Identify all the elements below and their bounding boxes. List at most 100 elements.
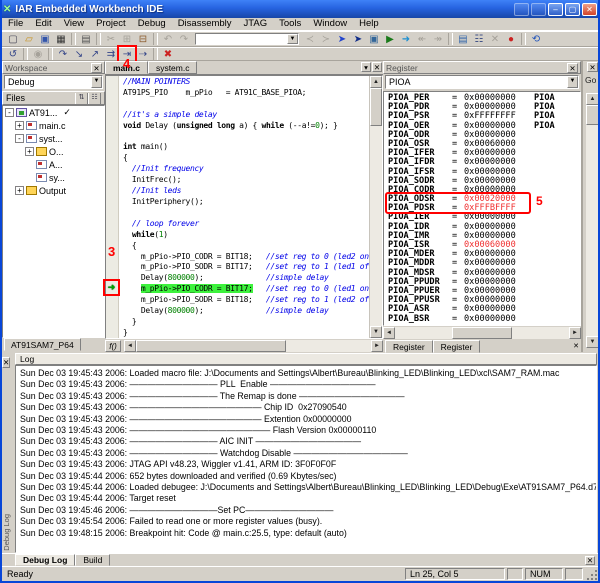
close-window-button[interactable]: ✕ <box>487 32 503 46</box>
menu-view[interactable]: View <box>58 18 90 30</box>
pointer-find-button[interactable]: ➤ <box>334 32 350 46</box>
save-button[interactable]: ▣ <box>37 32 53 46</box>
menu-help[interactable]: Help <box>353 18 385 30</box>
tree-expander-icon[interactable]: - <box>5 108 14 117</box>
log-close-icon[interactable]: ✕ <box>2 357 10 368</box>
chevron-down-icon[interactable]: ▼ <box>91 76 102 88</box>
editor-vertical-scrollbar[interactable]: ▲ ▼ <box>369 76 382 338</box>
scroll-right-icon[interactable]: ► <box>569 327 581 339</box>
cut-button[interactable]: ✂ <box>103 32 119 46</box>
redo-button[interactable]: ↷ <box>176 32 192 46</box>
make-button[interactable]: ▶ <box>382 32 398 46</box>
scroll-thumb[interactable] <box>370 88 382 126</box>
tree-item-sy[interactable]: sy... <box>3 171 104 184</box>
workspace-window-button[interactable]: ☷ <box>471 32 487 46</box>
goto-button[interactable]: ▣ <box>366 32 382 46</box>
editor-horizontal-scrollbar[interactable]: ◄ ► <box>124 340 383 352</box>
menu-edit[interactable]: Edit <box>29 18 57 30</box>
scroll-thumb[interactable] <box>136 340 286 352</box>
scroll-thumb[interactable] <box>452 327 512 339</box>
step-out-button[interactable]: ↗ <box>87 47 103 61</box>
scroll-up-icon[interactable]: ▲ <box>370 76 382 88</box>
find-next-button[interactable]: ≻ <box>318 32 334 46</box>
workspace-project-tab[interactable]: AT91SAM7_P64 <box>4 338 81 351</box>
break-button[interactable]: ◉ <box>30 47 46 61</box>
cspy-button[interactable]: ⟲ <box>528 32 544 46</box>
function-list-button[interactable]: f() <box>105 340 121 352</box>
register-tab-1[interactable]: Register <box>385 340 433 353</box>
navigate-forward-button[interactable]: ↠ <box>430 32 446 46</box>
next-statement-button[interactable]: ⇉ <box>103 47 119 61</box>
code-area[interactable]: //MAIN POINTERSAT91PS_PIO m_pPio = AT91C… <box>119 76 369 338</box>
scroll-right-icon[interactable]: ► <box>371 340 383 352</box>
menu-window[interactable]: Window <box>307 18 353 30</box>
menu-disassembly[interactable]: Disassembly <box>172 18 238 30</box>
maximize-button[interactable]: ▢ <box>565 3 580 16</box>
tree-expander-icon[interactable]: - <box>15 134 24 143</box>
chevron-down-icon[interactable]: ▼ <box>567 76 578 88</box>
copy-button[interactable]: ⊞ <box>119 32 135 46</box>
register-tab-2[interactable]: Register <box>433 340 481 353</box>
register-tabs-close-icon[interactable]: ✕ <box>573 342 579 350</box>
execution-point-arrow-icon[interactable]: ➜ <box>106 282 117 293</box>
scroll-down-icon[interactable]: ▼ <box>586 336 599 348</box>
workspace-close-icon[interactable]: ✕ <box>91 63 102 73</box>
tab-debug-log[interactable]: Debug Log <box>15 554 75 566</box>
go-button[interactable]: ⇢ <box>135 47 151 61</box>
tree-expander-icon[interactable]: + <box>25 147 34 156</box>
tab-system-c[interactable]: system.c <box>148 61 198 74</box>
editor-tab-list-icon[interactable]: ▾ <box>361 62 371 72</box>
menu-jtag[interactable]: JTAG <box>238 18 274 30</box>
menu-debug[interactable]: Debug <box>132 18 172 30</box>
open-file-button[interactable]: ▱ <box>21 32 37 46</box>
editor-close-icon[interactable]: ✕ <box>372 62 382 72</box>
menu-project[interactable]: Project <box>90 18 132 30</box>
workspace-config-dropdown[interactable]: Debug ▼ <box>4 75 103 89</box>
scroll-down-icon[interactable]: ▼ <box>370 326 382 338</box>
reset-button[interactable]: ↺ <box>5 47 21 61</box>
menu-file[interactable]: File <box>2 18 29 30</box>
new-file-button[interactable]: ▢ <box>5 32 21 46</box>
menu-tools[interactable]: Tools <box>273 18 307 30</box>
print-button[interactable]: ▤ <box>78 32 94 46</box>
tree-item-mainc[interactable]: +main.c <box>3 119 104 132</box>
scroll-thumb[interactable] <box>586 105 599 125</box>
register-group-dropdown[interactable]: PIOA ▼ <box>385 75 579 89</box>
pointer-replace-button[interactable]: ➤ <box>350 32 366 46</box>
register-close-icon[interactable]: ✕ <box>567 63 578 73</box>
resize-grip[interactable] <box>585 568 598 581</box>
scroll-left-icon[interactable]: ◄ <box>124 340 136 352</box>
files-header-options-icon[interactable]: ☷ <box>88 93 101 104</box>
files-header-sort-icon[interactable]: ⇅ <box>75 93 88 104</box>
scroll-left-icon[interactable]: ◄ <box>383 327 395 339</box>
tree-item-syst[interactable]: -syst... <box>3 132 104 145</box>
paste-button[interactable]: ⊟ <box>135 32 151 46</box>
close-button[interactable]: ✕ <box>582 3 597 16</box>
right-panel-scrollbar[interactable]: ▲ ▼ <box>586 93 599 348</box>
register-row[interactable]: PIOA_BSR=0x00000000 <box>388 315 580 324</box>
editor-breakpoint-margin[interactable]: ➜ <box>106 76 119 338</box>
stop-debugging-button[interactable]: ✖ <box>160 47 176 61</box>
tab-build[interactable]: Build <box>75 554 110 566</box>
files-column-header[interactable]: Files ⇅ ☷ <box>2 91 105 105</box>
compile-button[interactable]: ➜ <box>398 32 414 46</box>
tree-item-output[interactable]: +Output <box>3 184 104 197</box>
find-combobox[interactable]: ▼ <box>195 33 299 45</box>
register-horizontal-scrollbar[interactable]: ◄ ► <box>383 327 581 339</box>
tree-expander-icon[interactable]: + <box>15 186 24 195</box>
navigate-back-button[interactable]: ↞ <box>414 32 430 46</box>
chevron-down-icon[interactable]: ▼ <box>287 34 298 44</box>
tree-item-a[interactable]: A... <box>3 158 104 171</box>
view-source-button[interactable]: ▤ <box>455 32 471 46</box>
save-all-button[interactable]: ▦ <box>53 32 69 46</box>
tree-item-o[interactable]: +O... <box>3 145 104 158</box>
find-prev-button[interactable]: ≺ <box>302 32 318 46</box>
log-tabs-close-icon[interactable]: ✕ <box>585 556 595 565</box>
right-panel-close-icon[interactable]: ✕ <box>587 62 598 72</box>
scroll-up-icon[interactable]: ▲ <box>586 93 599 105</box>
minimize-button[interactable]: – <box>548 3 563 16</box>
undo-button[interactable]: ↶ <box>160 32 176 46</box>
step-over-button[interactable]: ↷ <box>55 47 71 61</box>
tree-expander-icon[interactable]: + <box>15 121 24 130</box>
debug-button[interactable]: ● <box>503 32 519 46</box>
